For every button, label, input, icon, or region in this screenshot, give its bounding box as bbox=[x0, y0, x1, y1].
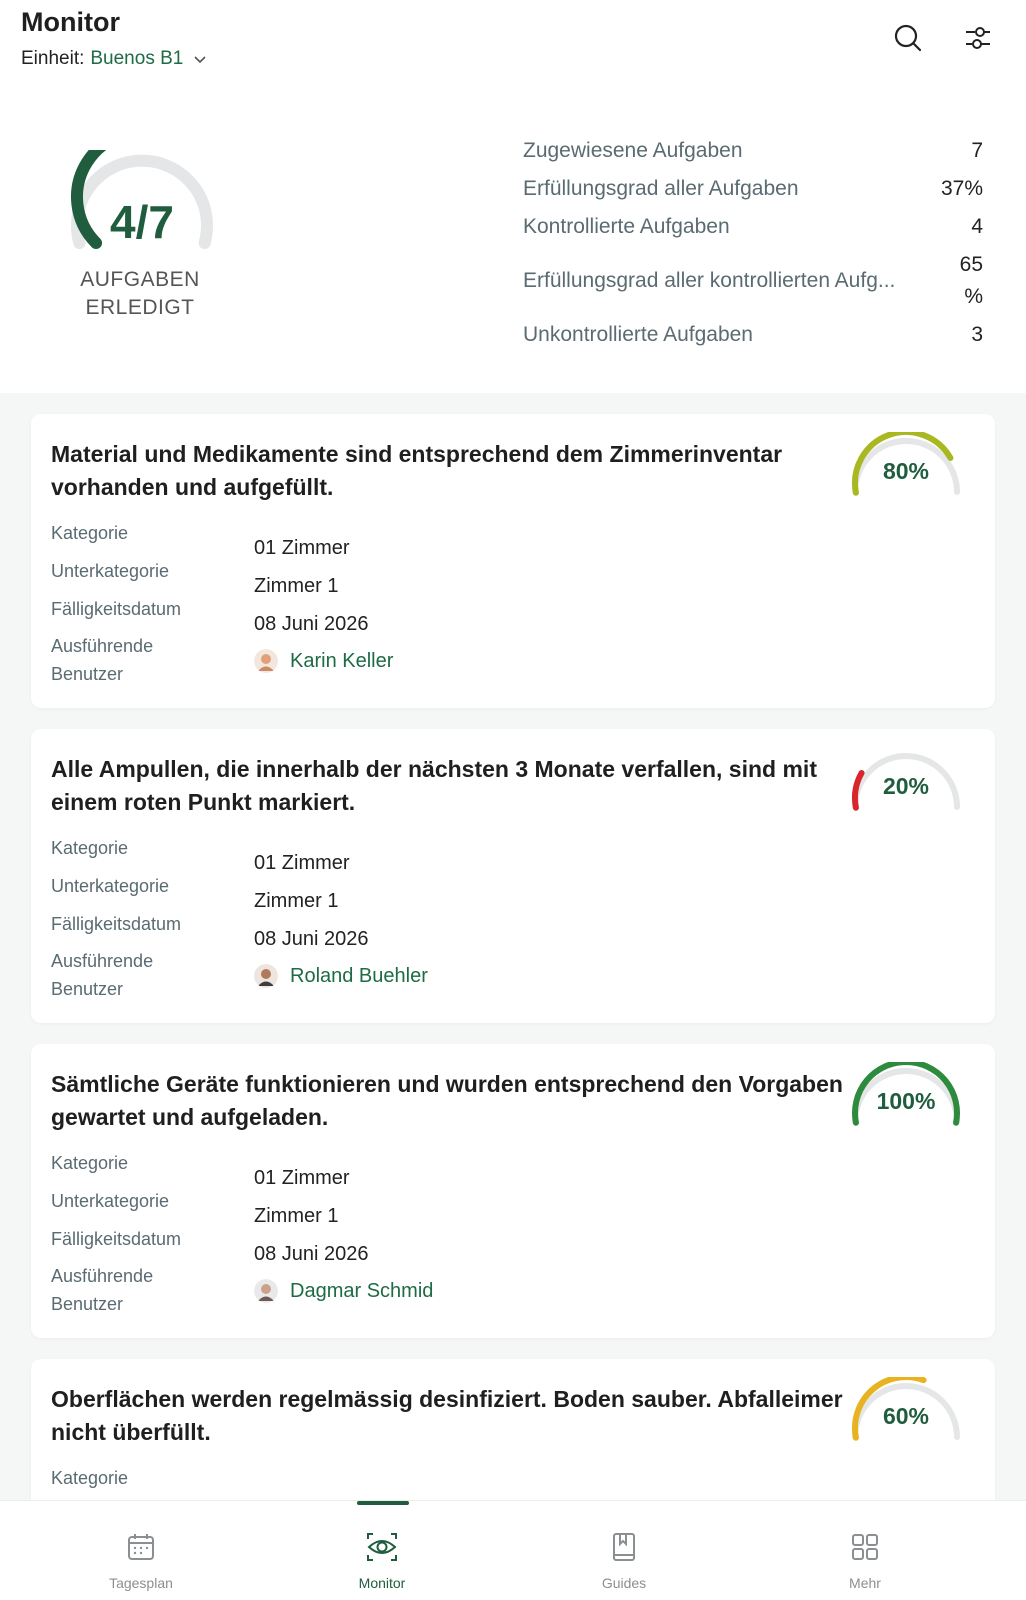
grid-icon bbox=[852, 1534, 878, 1560]
stat-label: Erfüllungsgrad aller kontrollierten Aufg… bbox=[523, 269, 896, 292]
stat-row: Erfüllungsgrad aller kontrollierten Aufg… bbox=[523, 246, 983, 316]
task-title: Oberflächen werden regelmässig desinfizi… bbox=[51, 1386, 843, 1445]
stat-label: Kontrollierte Aufgaben bbox=[523, 215, 730, 238]
nav-monitor[interactable]: Monitor bbox=[322, 1501, 442, 1600]
calendar-icon bbox=[128, 1534, 154, 1560]
stat-label: Unkontrollierte Aufgaben bbox=[523, 323, 753, 346]
category-label: Kategorie bbox=[51, 523, 129, 543]
task-title: Sämtliche Geräte funktionieren und wurde… bbox=[51, 1071, 843, 1130]
label-line: ERLEDIGT bbox=[85, 296, 195, 319]
task-title: Alle Ampullen, die innerhalb der nächste… bbox=[51, 756, 817, 815]
task-card[interactable]: Material und Medikamente sind entspreche… bbox=[31, 414, 995, 708]
category-value: 01 Zimmer bbox=[254, 1167, 350, 1189]
chevron-down-icon bbox=[194, 56, 206, 64]
task-feed[interactable]: Material und Medikamente sind entspreche… bbox=[0, 393, 1026, 1500]
nav-mehr[interactable]: Mehr bbox=[805, 1501, 925, 1600]
tasks-done-count: 4/7 bbox=[110, 196, 174, 248]
task-percent: 60% bbox=[882, 1403, 930, 1429]
user-link[interactable]: Roland Buehler bbox=[254, 964, 428, 988]
sliders-icon[interactable] bbox=[960, 20, 996, 56]
executing-user-label: Ausführende bbox=[51, 636, 154, 656]
due-date-value: 08 Juni 2026 bbox=[254, 928, 369, 950]
executing-user-label: Benutzer bbox=[51, 1294, 124, 1314]
avatar bbox=[254, 1279, 278, 1303]
task-title: Material und Medikamente sind entspreche… bbox=[51, 441, 783, 500]
nav-label: Guides bbox=[601, 1575, 647, 1591]
executing-user-label: Ausführende bbox=[51, 1266, 154, 1286]
task-card[interactable]: Oberflächen werden regelmässig desinfizi… bbox=[31, 1359, 995, 1500]
due-date-value: 08 Juni 2026 bbox=[254, 1243, 369, 1265]
category-label: Kategorie bbox=[51, 1153, 129, 1173]
nav-label: Monitor bbox=[358, 1575, 406, 1591]
user-name: Roland Buehler bbox=[290, 964, 428, 987]
unit-selector[interactable]: Einheit: Buenos B1 bbox=[21, 48, 207, 70]
label-line: AUFGABEN bbox=[80, 268, 200, 291]
executing-user-label: Benutzer bbox=[51, 979, 124, 999]
eye-icon bbox=[367, 1533, 397, 1561]
task-percent: 100% bbox=[876, 1088, 936, 1114]
due-date-label: Fälligkeitsdatum bbox=[51, 1229, 182, 1249]
stat-value: 4 bbox=[971, 215, 983, 238]
stats-list: Zugewiesene Aufgaben 7 Erfüllungsgrad all… bbox=[523, 132, 983, 354]
task-card[interactable]: Sämtliche Geräte funktionieren und wurde… bbox=[31, 1044, 995, 1338]
category-label: Kategorie bbox=[51, 838, 129, 858]
nav-label: Mehr bbox=[849, 1575, 881, 1591]
page-title: Monitor bbox=[21, 7, 120, 37]
category-label: Kategorie bbox=[51, 1468, 129, 1488]
subcategory-label: Unterkategorie bbox=[51, 1191, 170, 1211]
task-percent: 20% bbox=[882, 773, 930, 799]
stat-value: 65 % bbox=[959, 253, 983, 308]
stat-row: Erfüllungsgrad aller Aufgaben 37% bbox=[523, 170, 983, 208]
due-date-label: Fälligkeitsdatum bbox=[51, 914, 182, 934]
stat-label: Erfüllungsgrad aller Aufgaben bbox=[523, 177, 799, 200]
user-name: Dagmar Schmid bbox=[290, 1279, 434, 1302]
stat-row: Zugewiesene Aufgaben 7 bbox=[523, 132, 983, 170]
category-value: 01 Zimmer bbox=[254, 852, 350, 874]
bottom-navigation: Tagesplan Monitor Guides Mehr bbox=[0, 1500, 1026, 1600]
top-bar: Monitor Einheit: Buenos B1 bbox=[0, 0, 1026, 100]
task-card[interactable]: Alle Ampullen, die innerhalb der nächste… bbox=[31, 729, 995, 1023]
subcategory-label: Unterkategorie bbox=[51, 876, 170, 896]
nav-guides[interactable]: Guides bbox=[564, 1501, 684, 1600]
book-icon bbox=[613, 1533, 635, 1561]
stat-row: Kontrollierte Aufgaben 4 bbox=[523, 208, 983, 246]
subcategory-label: Unterkategorie bbox=[51, 561, 170, 581]
stat-value: 37% bbox=[940, 177, 983, 200]
summary-panel: 4/7 AUFGABEN ERLEDIGT Zugewiesene Aufgab… bbox=[0, 100, 1026, 393]
user-link[interactable]: Karin Keller bbox=[254, 649, 393, 673]
subcategory-value: Zimmer 1 bbox=[254, 890, 339, 912]
user-link[interactable]: Dagmar Schmid bbox=[254, 1279, 433, 1303]
stat-value: 7 bbox=[971, 139, 983, 162]
due-date-value: 08 Juni 2026 bbox=[254, 613, 369, 635]
executing-user-label: Ausführende bbox=[51, 951, 154, 971]
stat-value: 3 bbox=[971, 323, 983, 346]
nav-tagesplan[interactable]: Tagesplan bbox=[81, 1501, 201, 1600]
subcategory-value: Zimmer 1 bbox=[254, 1205, 339, 1227]
subcategory-value: Zimmer 1 bbox=[254, 575, 339, 597]
avatar bbox=[254, 964, 278, 988]
search-icon[interactable] bbox=[890, 20, 926, 56]
active-indicator bbox=[357, 1501, 409, 1505]
due-date-label: Fälligkeitsdatum bbox=[51, 599, 182, 619]
stat-label: Zugewiesene Aufgaben bbox=[523, 139, 743, 162]
unit-value: Buenos B1 bbox=[90, 48, 184, 69]
executing-user-label: Benutzer bbox=[51, 664, 124, 684]
task-percent: 80% bbox=[882, 458, 930, 484]
category-value: 01 Zimmer bbox=[254, 537, 350, 559]
avatar bbox=[254, 649, 278, 673]
unit-label: Einheit: bbox=[21, 48, 85, 69]
stat-row: Unkontrollierte Aufgaben 3 bbox=[523, 316, 983, 354]
tasks-done-label: AUFGABEN ERLEDIGT bbox=[40, 266, 240, 322]
user-name: Karin Keller bbox=[290, 649, 394, 672]
nav-label: Tagesplan bbox=[109, 1575, 173, 1591]
